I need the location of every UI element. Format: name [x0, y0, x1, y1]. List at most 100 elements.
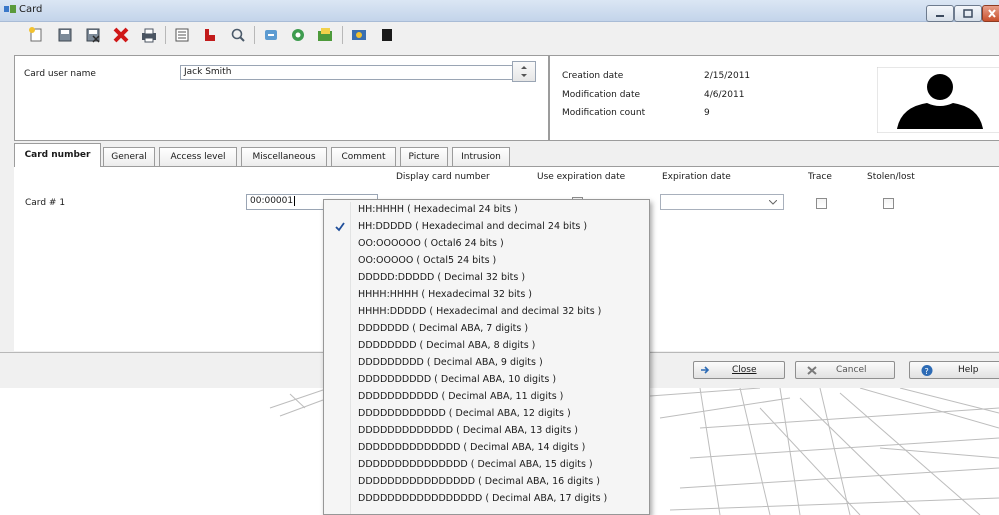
expiration-date-combo[interactable]	[660, 194, 784, 210]
tab-access-level[interactable]: Access level	[159, 147, 237, 166]
tab-comment[interactable]: Comment	[331, 147, 396, 166]
menu-item-label: DDDDDDDDDDDDDDD ( Decimal ABA, 15 digits…	[358, 459, 593, 470]
menu-item-format-selected[interactable]: HH:DDDDD ( Hexadecimal and decimal 24 bi…	[326, 219, 647, 236]
modification-date-value: 4/6/2011	[704, 90, 745, 100]
menu-item-label: OO:OOOOOO ( Octal6 24 bits )	[358, 238, 504, 249]
svg-text:?: ?	[925, 367, 929, 376]
menu-item-label: DDDDDDDDDDDDDD ( Decimal ABA, 14 digits …	[358, 442, 586, 453]
checkmark-icon	[335, 222, 345, 232]
menu-item-label: DDDDDDDDDDD ( Decimal ABA, 11 digits )	[358, 391, 564, 402]
modification-date-label: Modification date	[562, 90, 641, 100]
creation-date-value: 2/15/2011	[704, 71, 751, 81]
close-label: Close	[732, 365, 757, 375]
close-icon	[988, 9, 996, 18]
tab-picture[interactable]: Picture	[400, 147, 448, 166]
photo-icon[interactable]	[350, 26, 368, 44]
menu-item-format[interactable]: HHHH:HHHH ( Hexadecimal 32 bits )	[326, 287, 647, 304]
menu-item-format[interactable]: DDDDD:DDDDD ( Decimal 32 bits )	[326, 270, 647, 287]
help-button[interactable]: ? Help	[909, 361, 999, 379]
window-title: Card	[19, 4, 43, 15]
menu-item-format[interactable]: OO:OOOOOO ( Octal6 24 bits )	[326, 236, 647, 253]
menu-item-format[interactable]: DDDDDDDDDDDDDD ( Decimal ABA, 14 digits …	[326, 440, 647, 457]
save-icon[interactable]	[56, 26, 74, 44]
menu-item-label: DDDDDDDDD ( Decimal ABA, 9 digits )	[358, 357, 543, 368]
menu-item-label: HHHH:DDDDD ( Hexadecimal and decimal 32 …	[358, 306, 602, 317]
cancel-icon	[807, 366, 817, 375]
maximize-icon	[963, 9, 973, 18]
trace-header: Trace	[808, 172, 832, 182]
menu-item-format[interactable]: DDDDDDDDDDDD ( Decimal ABA, 12 digits )	[326, 406, 647, 423]
menu-item-label: DDDDDDDDDDDDDDDDD ( Decimal ABA, 17 digi…	[358, 493, 608, 504]
menu-item-format[interactable]: OO:OOOOO ( Octal5 24 bits )	[326, 253, 647, 270]
menu-item-format[interactable]: HH:HHHH ( Hexadecimal 24 bits )	[326, 202, 647, 219]
menu-item-format[interactable]: DDDDDDDDDDDDDDD ( Decimal ABA, 15 digits…	[326, 457, 647, 474]
export-icon[interactable]	[262, 26, 280, 44]
use-expiration-date-header: Use expiration date	[537, 172, 626, 182]
title-bar: Card	[0, 0, 999, 22]
print-icon[interactable]	[140, 26, 158, 44]
tab-card-number[interactable]: Card number	[14, 143, 101, 167]
text-cursor	[294, 196, 298, 206]
help-icon: ?	[921, 365, 933, 376]
minimize-button[interactable]	[926, 5, 954, 22]
filter-icon[interactable]	[201, 26, 219, 44]
toolbar-separator	[165, 26, 166, 44]
menu-item-format[interactable]: HHHH:DDDDD ( Hexadecimal and decimal 32 …	[326, 304, 647, 321]
menu-item-format[interactable]: DDDDDDDDDDDDDDDD ( Decimal ABA, 16 digit…	[326, 474, 647, 491]
window-close-button[interactable]	[982, 5, 999, 22]
menu-item-label: DDDDDDDDDD ( Decimal ABA, 10 digits )	[358, 374, 557, 385]
menu-item-label: DDDDDDDDDDDDD ( Decimal ABA, 13 digits )	[358, 425, 579, 436]
menu-item-label: HH:HHHH ( Hexadecimal 24 bits )	[358, 204, 518, 215]
tab-miscellaneous[interactable]: Miscellaneous	[241, 147, 327, 166]
trace-checkbox[interactable]	[816, 198, 827, 209]
delete-icon[interactable]	[112, 26, 130, 44]
menu-item-format[interactable]: DDDDDDD ( Decimal ABA, 7 digits )	[326, 321, 647, 338]
stolen-lost-header: Stolen/lost	[867, 172, 915, 182]
stolen-lost-checkbox[interactable]	[883, 198, 894, 209]
menu-item-format[interactable]: DDDDDDDDD ( Decimal ABA, 9 digits )	[326, 355, 647, 372]
exit-icon	[701, 366, 710, 374]
tab-intrusion[interactable]: Intrusion	[452, 147, 510, 166]
new-icon[interactable]	[27, 26, 45, 44]
menu-item-format[interactable]: DDDDDDDDDDDDDDDDD ( Decimal ABA, 17 digi…	[326, 491, 647, 508]
search-icon[interactable]	[229, 26, 247, 44]
card-info-panel: Creation date 2/15/2011 Modification dat…	[549, 55, 999, 141]
modification-count-label: Modification count	[562, 108, 646, 118]
minimize-icon	[936, 15, 944, 17]
menu-item-format[interactable]: DDDDDDDDDDDDD ( Decimal ABA, 13 digits )	[326, 423, 647, 440]
card-user-name-label: Card user name	[24, 69, 96, 79]
name-spinner[interactable]	[512, 61, 536, 82]
menu-item-format[interactable]: DDDDDDDD ( Decimal ABA, 8 digits )	[326, 338, 647, 355]
expiration-date-header: Expiration date	[662, 172, 731, 182]
card-user-name-input[interactable]: Jack Smith	[180, 65, 521, 80]
import-icon[interactable]	[316, 26, 334, 44]
creation-date-label: Creation date	[562, 71, 624, 81]
card-app-icon	[4, 5, 16, 13]
card-format-menu: HH:HHHH ( Hexadecimal 24 bits ) HH:DDDDD…	[323, 199, 650, 515]
card-1-label: Card # 1	[25, 198, 66, 208]
cancel-button[interactable]: Cancel	[795, 361, 895, 379]
menu-item-format[interactable]: DDDDDDDDDDD ( Decimal ABA, 11 digits )	[326, 389, 647, 406]
toolbar-separator	[342, 26, 343, 44]
menu-item-label: DDDDD:DDDDD ( Decimal 32 bits )	[358, 272, 526, 283]
tab-general[interactable]: General	[103, 147, 155, 166]
card-user-panel: Card user name Jack Smith	[14, 55, 549, 141]
menu-item-label: HHHH:HHHH ( Hexadecimal 32 bits )	[358, 289, 533, 300]
menu-item-format[interactable]: DDDDDDDDDD ( Decimal ABA, 10 digits )	[326, 372, 647, 389]
user-photo[interactable]	[877, 67, 999, 133]
cancel-label: Cancel	[836, 365, 867, 375]
chevron-down-icon	[769, 200, 777, 205]
spin-arrows-icon	[521, 66, 527, 77]
black-square-icon[interactable]	[378, 26, 396, 44]
list-icon[interactable]	[173, 26, 191, 44]
toolbar	[0, 21, 999, 47]
menu-item-label: DDDDDDDDDDDD ( Decimal ABA, 12 digits )	[358, 408, 571, 419]
modification-count-value: 9	[704, 108, 710, 118]
maximize-button[interactable]	[954, 5, 982, 22]
toolbar-separator	[254, 26, 255, 44]
save-close-icon[interactable]	[84, 26, 102, 44]
view-icon[interactable]	[289, 26, 307, 44]
menu-item-label: HH:DDDDD ( Hexadecimal and decimal 24 bi…	[358, 221, 588, 232]
close-button[interactable]: Close	[693, 361, 785, 379]
help-label: Help	[958, 365, 979, 375]
